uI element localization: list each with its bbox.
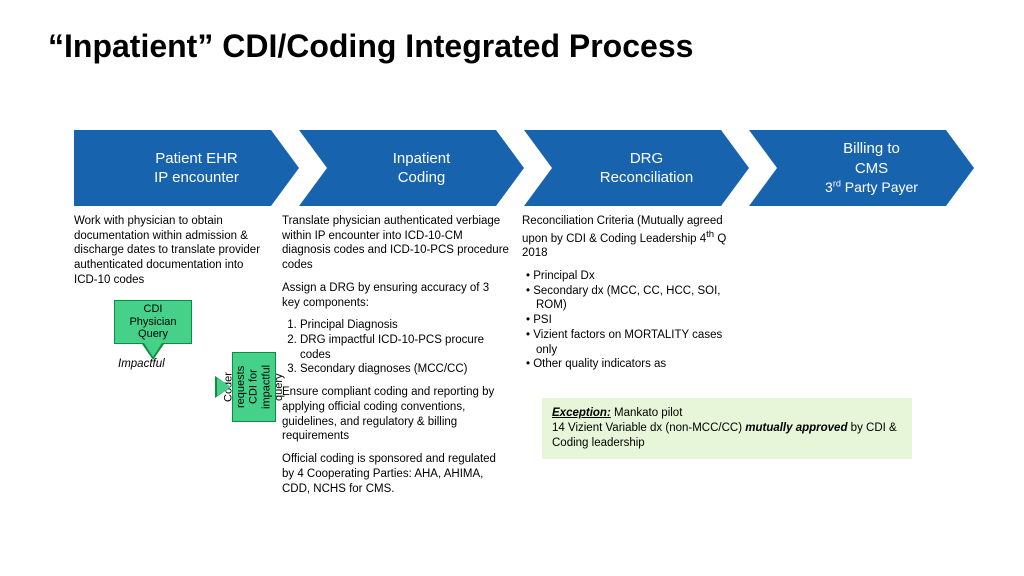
list-item: Secondary dx (MCC, CC, HCC, SOI, ROM) xyxy=(532,284,730,313)
list-item: Vizient factors on MORTALITY cases only xyxy=(532,328,730,357)
step-line2: CMS xyxy=(855,159,888,179)
list-item: PSI xyxy=(532,313,730,328)
step-line1: DRG xyxy=(630,149,663,169)
exception-line2a: 14 Vizient Variable dx (non-MCC/CC) xyxy=(552,422,745,434)
step-drg-reconciliation: DRG Reconciliation xyxy=(524,130,749,206)
col-inpatient-coding: Translate physician authenticated verbia… xyxy=(282,214,522,504)
step-line2: Reconciliation xyxy=(600,168,693,188)
step-line1: Inpatient xyxy=(393,149,451,169)
step-line1: Patient EHR xyxy=(155,149,238,169)
callout-cdi-physician-query: CDI Physician Query xyxy=(114,300,192,344)
list-item: Principal Dx xyxy=(532,269,730,284)
step-billing: Billing to CMS 3rd Party Payer xyxy=(749,130,974,206)
step-line2: Coding xyxy=(398,168,446,188)
callout-coder-requests: Coder requests CDI for impactful query xyxy=(232,352,276,422)
step-line1: Billing to xyxy=(843,139,900,159)
callout-text: CDI Physician Query xyxy=(119,303,187,341)
exception-rest1: Mankato pilot xyxy=(611,407,683,419)
col1-text: Work with physician to obtain documentat… xyxy=(74,214,270,288)
process-arrow-row: Patient EHR IP encounter Inpatient Codin… xyxy=(74,130,974,206)
slide-title: “Inpatient” CDI/Coding Integrated Proces… xyxy=(48,28,693,65)
col3-list: Principal Dx Secondary dx (MCC, CC, HCC,… xyxy=(522,269,730,372)
detail-columns: Work with physician to obtain documentat… xyxy=(74,214,774,504)
col-drg-reconciliation: Reconciliation Criteria (Mutually agreed… xyxy=(522,214,742,380)
impactful-label: Impactful xyxy=(118,358,165,370)
list-item: Principal Diagnosis xyxy=(300,318,510,333)
step-line2: IP encounter xyxy=(154,168,239,188)
callout-text: Coder requests CDI for impactful query xyxy=(222,355,285,419)
list-item: Other quality indicators as xyxy=(532,357,730,372)
step-patient-ehr: Patient EHR IP encounter xyxy=(74,130,299,206)
col2-p2: Assign a DRG by ensuring accuracy of 3 k… xyxy=(282,281,510,310)
col2-p4: Official coding is sponsored and regulat… xyxy=(282,452,510,496)
col-patient-ehr: Work with physician to obtain documentat… xyxy=(74,214,282,296)
exception-header: Exception: xyxy=(552,407,611,419)
exception-box: Exception: Mankato pilot 14 Vizient Vari… xyxy=(542,398,912,459)
step-inpatient-coding: Inpatient Coding xyxy=(299,130,524,206)
col3-header: Reconciliation Criteria (Mutually agreed… xyxy=(522,214,730,261)
exception-mutually-approved: mutually approved xyxy=(745,422,847,434)
col2-p1: Translate physician authenticated verbia… xyxy=(282,214,510,273)
list-item: DRG impactful ICD-10-PCS procure codes xyxy=(300,333,510,362)
list-item: Secondary diagnoses (MCC/CC) xyxy=(300,362,510,377)
step-line3: 3rd Party Payer xyxy=(825,178,918,196)
col2-p3: Ensure compliant coding and reporting by… xyxy=(282,385,510,444)
col2-list: Principal Diagnosis DRG impactful ICD-10… xyxy=(300,318,510,377)
